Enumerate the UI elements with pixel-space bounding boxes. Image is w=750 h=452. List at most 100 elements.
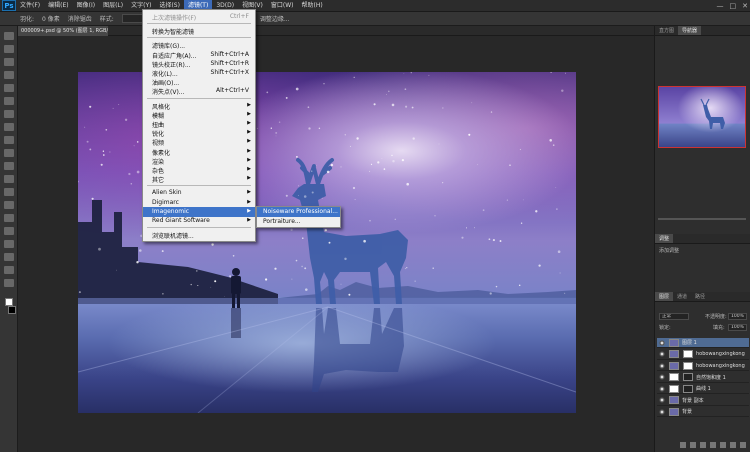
star [383,168,386,170]
eye-icon[interactable] [659,408,665,415]
menu-item[interactable]: 文件(F) [16,0,44,12]
tab-navigator[interactable]: 导航器 [678,26,702,35]
star [304,267,307,270]
group-icon[interactable] [720,442,726,448]
marquee-tool-icon[interactable] [3,45,14,53]
menu-item[interactable]: 图层(L) [99,0,127,12]
star [211,243,214,246]
navigator-zoom-slider[interactable] [658,216,746,222]
eye-icon[interactable] [659,385,665,392]
star [499,240,502,242]
opacity-field[interactable]: 100% [728,313,747,320]
path-select-tool-icon[interactable] [3,240,14,248]
filter-menu-item[interactable]: 消失点(V)... Alt+Ctrl+V [143,86,255,96]
link-layers-icon[interactable] [680,442,686,448]
gradient-tool-icon[interactable] [3,175,14,183]
star [296,156,298,158]
layer-mask-thumbnail[interactable] [683,384,693,393]
dodge-tool-icon[interactable] [3,201,14,209]
eyedropper-tool-icon[interactable] [3,97,14,105]
navigator-preview[interactable] [658,86,746,148]
star [308,127,311,130]
star [315,164,317,166]
submenu-arrow-icon: ▶ [247,166,251,172]
foreground-color-swatch[interactable] [4,298,13,306]
layer-mask-thumbnail[interactable] [683,373,693,381]
crop-tool-icon[interactable] [3,84,14,92]
brush-tool-icon[interactable] [3,123,14,131]
antialias-checkbox[interactable]: 消除锯齿 [68,14,92,23]
quick-select-tool-icon[interactable] [3,71,14,79]
eye-icon[interactable] [659,362,665,369]
tab-channels[interactable]: 通道 [673,292,691,301]
blend-mode-select[interactable]: 正常 [659,313,689,320]
healing-tool-icon[interactable] [3,110,14,118]
adjustment-layer-icon[interactable] [710,442,716,448]
layer-row[interactable]: hobowangxingkong [657,350,749,360]
filter-menu-item[interactable]: 转换为智能滤镜 [143,26,255,36]
stamp-tool-icon[interactable] [3,136,14,144]
submenu-portraiture[interactable]: Portraiture... [257,217,340,227]
hand-tool-icon[interactable] [3,266,14,274]
pen-tool-icon[interactable] [3,214,14,222]
menu-item[interactable]: 图像(I) [73,0,99,12]
eye-icon[interactable] [659,374,665,380]
zoom-tool-icon[interactable] [3,279,14,287]
document-tab[interactable]: 000009+.psd @ 50% (图层 1, RGB/8) * × [18,26,108,36]
close-icon[interactable]: ✕ [742,0,748,12]
filter-menu-item[interactable]: 其它 ▶ [143,174,255,184]
star [434,215,436,217]
layer-row[interactable]: hobowangxingkong [657,361,749,371]
feather-value[interactable]: 0 像素 [42,14,60,23]
star [102,154,105,156]
move-tool-icon[interactable] [3,32,14,40]
layer-mask-thumbnail[interactable] [683,350,693,358]
star [386,94,387,95]
type-tool-icon[interactable] [3,227,14,235]
eye-icon[interactable] [659,397,665,403]
menu-item[interactable]: 帮助(H) [298,0,327,12]
eye-icon[interactable] [659,339,665,346]
tab-histogram[interactable]: 直方图 [655,26,678,35]
maximize-icon[interactable]: □ [730,0,737,12]
blur-tool-icon[interactable] [3,188,14,196]
layer-mask-thumbnail[interactable] [683,361,693,370]
minimize-icon[interactable]: — [717,0,724,12]
trash-icon[interactable] [740,442,746,448]
layer-style-icon[interactable] [690,442,696,448]
imagenomic-submenu: Noiseware Professional... Portraiture... [256,206,341,228]
layer-row[interactable]: 图层 1 [657,338,749,348]
tab-layers[interactable]: 图层 [655,292,674,301]
layer-row[interactable]: 曲线 1 [657,384,749,394]
background-color-swatch[interactable] [7,306,16,314]
new-layer-icon[interactable] [730,442,736,448]
options-bar: 羽化: 0 像素 消除锯齿 样式: 调整边缘... [0,12,750,26]
star [461,236,464,239]
tab-adjustments[interactable]: 调整 [655,234,674,243]
filter-menu-item-label: Red Giant Software [152,217,210,224]
menu-item[interactable]: 编辑(E) [44,0,72,12]
tab-paths[interactable]: 路径 [691,292,709,301]
star [112,107,114,109]
add-mask-icon[interactable] [700,442,706,448]
lasso-tool-icon[interactable] [3,58,14,66]
star [318,127,321,130]
star [509,164,511,166]
fill-field[interactable]: 100% [728,324,747,331]
eraser-tool-icon[interactable] [3,162,14,170]
layer-row[interactable]: 自然饱和度 1 [657,373,749,383]
shape-tool-icon[interactable] [3,253,14,261]
filter-menu-item[interactable]: Red Giant Software ▶ [143,216,255,226]
submenu-noiseware[interactable]: Noiseware Professional... [257,207,340,217]
star [432,267,434,269]
layer-row[interactable]: 背景 [657,407,749,417]
feather-label: 羽化: [20,16,35,23]
filter-menu-item[interactable]: 浏览联机滤镜... [143,230,255,240]
refine-edge-button[interactable]: 调整边缘... [260,14,290,23]
canvas-area[interactable] [18,36,654,452]
menu-item[interactable]: 窗口(W) [267,0,298,12]
history-brush-tool-icon[interactable] [3,149,14,157]
layer-row[interactable]: 背景 副本 [657,396,749,406]
star [323,83,325,85]
eye-icon[interactable] [659,351,665,357]
